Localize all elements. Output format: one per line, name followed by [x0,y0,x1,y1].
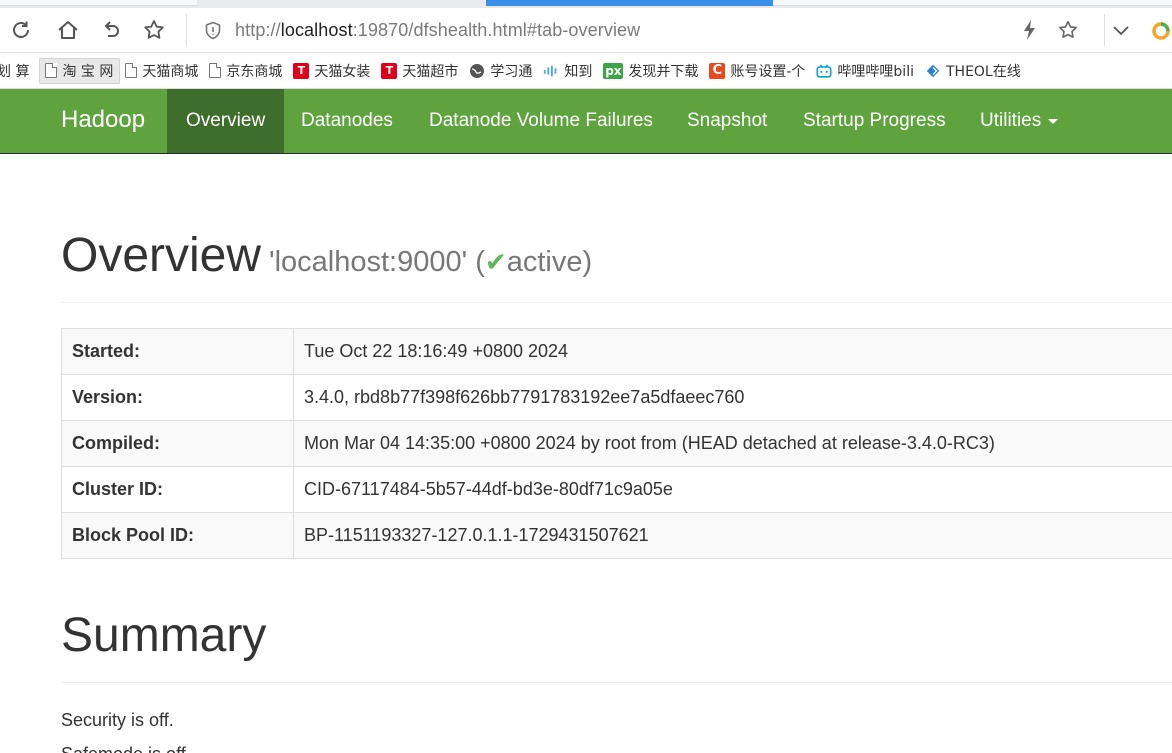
px-icon: px [603,62,624,79]
row-value: Tue Oct 22 18:16:49 +0800 2024 [293,328,1172,375]
document-icon [125,63,138,78]
bookmark-label: 学习通 [490,63,533,80]
page-header: Overview'localhost:9000' (✔active) [61,228,1172,303]
refresh-icon[interactable] [8,17,34,43]
table-row: Block Pool ID: BP-1151193327-127.0.1.1-1… [61,512,1172,559]
nav-datanodes[interactable]: Datanodes [282,89,412,153]
nav-startup-progress[interactable]: Startup Progress [784,89,965,153]
bookmark-item[interactable]: T 天猫女装 [288,58,376,84]
row-key: Version: [61,374,294,421]
security-status: Security is off. [61,710,174,730]
bookmark-item[interactable]: 知到 [538,58,598,84]
overview-title: Overview [61,229,262,282]
bookmark-item[interactable]: 天猫商城 [120,58,204,84]
nav-utilities-label: Utilities [980,110,1042,131]
namenode-host: 'localhost:9000' (✔active) [269,246,593,278]
caret-down-icon [1048,118,1059,124]
address-bar[interactable]: http://localhost:19870/dfshealth.html#ta… [200,14,1100,47]
safemode-status: Safemode is off. [61,744,191,753]
bookmark-item[interactable]: 划 算 [0,58,35,84]
bookmark-label: 京东商城 [226,63,283,80]
bookmarks-bar: 划 算 淘 宝 网 天猫商城 京东商城 T 天猫女装 T 天猫超市 学习通 知到… [0,53,1172,89]
bilibili-icon [816,62,833,79]
table-row: Cluster ID: CID-67117484-5b57-44df-bd3e-… [61,466,1172,513]
url-text: http://localhost:19870/dfshealth.html#ta… [235,20,641,40]
browser-tab[interactable] [773,0,1172,6]
bookmark-label: THEOL在线 [945,63,1021,80]
status-text: active [506,246,583,278]
row-key: Block Pool ID: [61,512,294,559]
bookmark-item[interactable]: C 账号设置-个 [704,58,811,84]
document-icon [209,63,222,78]
bookmark-label: 知到 [564,63,593,80]
extension-icon[interactable] [1150,20,1172,42]
bookmark-item[interactable]: 学习通 [464,58,538,84]
bookmark-label: 天猫超市 [402,63,459,80]
favorite-star-icon[interactable] [1055,17,1081,43]
bookmark-label: 哔哩哔哩bili [837,63,914,80]
row-value: Mon Mar 04 14:35:00 +0800 2024 by root f… [293,420,1172,467]
hadoop-navbar: Hadoop Overview Datanodes Datanode Volum… [0,89,1172,154]
nav-overview[interactable]: Overview [167,89,285,153]
browser-tab-active[interactable] [486,0,773,6]
home-icon[interactable] [55,17,81,43]
bookmark-item[interactable]: px 发现并下载 [598,58,704,84]
check-icon: ✔ [484,247,507,277]
tab-strip [0,0,1172,8]
chevron-down-icon[interactable] [1108,17,1134,43]
nav-snapshot[interactable]: Snapshot [668,89,786,153]
theol-icon [925,63,941,79]
nav-datanode-volume-failures[interactable]: Datanode Volume Failures [410,89,672,153]
browser-toolbar: http://localhost:19870/dfshealth.html#ta… [0,8,1172,53]
lightning-icon[interactable] [1017,17,1043,43]
bookmark-item[interactable]: 淘 宝 网 [39,57,121,84]
bars-icon [543,63,559,79]
csdn-icon: C [709,62,726,79]
row-value: CID-67117484-5b57-44df-bd3e-80df71c9a05e [293,466,1172,513]
undo-icon[interactable] [98,17,124,43]
tmall-icon: T [293,62,310,79]
overview-table: Started: Tue Oct 22 18:16:49 +0800 2024 … [61,328,1172,559]
table-row: Version: 3.4.0, rbd8b77f398f626bb7791783… [61,374,1172,421]
star-icon[interactable] [141,17,167,43]
bookmark-label: 账号设置-个 [730,63,806,80]
browser-tab[interactable] [0,0,197,6]
bookmark-label: 划 算 [0,63,30,80]
nav-utilities[interactable]: Utilities [961,89,1077,153]
bookmark-label: 发现并下载 [628,63,699,80]
tmall-icon: T [381,62,398,79]
shield-icon[interactable] [204,21,222,45]
bookmark-label: 天猫商城 [142,63,199,80]
row-key: Started: [61,328,294,375]
row-key: Compiled: [61,420,294,467]
bookmark-item[interactable]: 京东商城 [204,58,288,84]
bookmark-label: 淘 宝 网 [62,63,114,80]
brand-logo[interactable]: Hadoop [61,106,145,134]
bookmark-item[interactable]: THEOL在线 [920,58,1027,84]
document-icon [45,63,58,78]
bookmark-label: 天猫女装 [314,63,371,80]
row-value: 3.4.0, rbd8b77f398f626bb7791783192ee7a5d… [293,374,1172,421]
bookmark-item[interactable]: T 天猫超市 [376,58,464,84]
row-value: BP-1151193327-127.0.1.1-1729431507621 [293,512,1172,559]
bookmark-item[interactable]: 哔哩哔哩bili [811,58,920,84]
table-row: Compiled: Mon Mar 04 14:35:00 +0800 2024… [61,420,1172,467]
summary-title: Summary [61,608,1172,683]
globe-icon [469,62,486,79]
table-row: Started: Tue Oct 22 18:16:49 +0800 2024 [61,328,1172,375]
row-key: Cluster ID: [61,466,294,513]
page-title: Overview'localhost:9000' (✔active) [61,228,592,283]
